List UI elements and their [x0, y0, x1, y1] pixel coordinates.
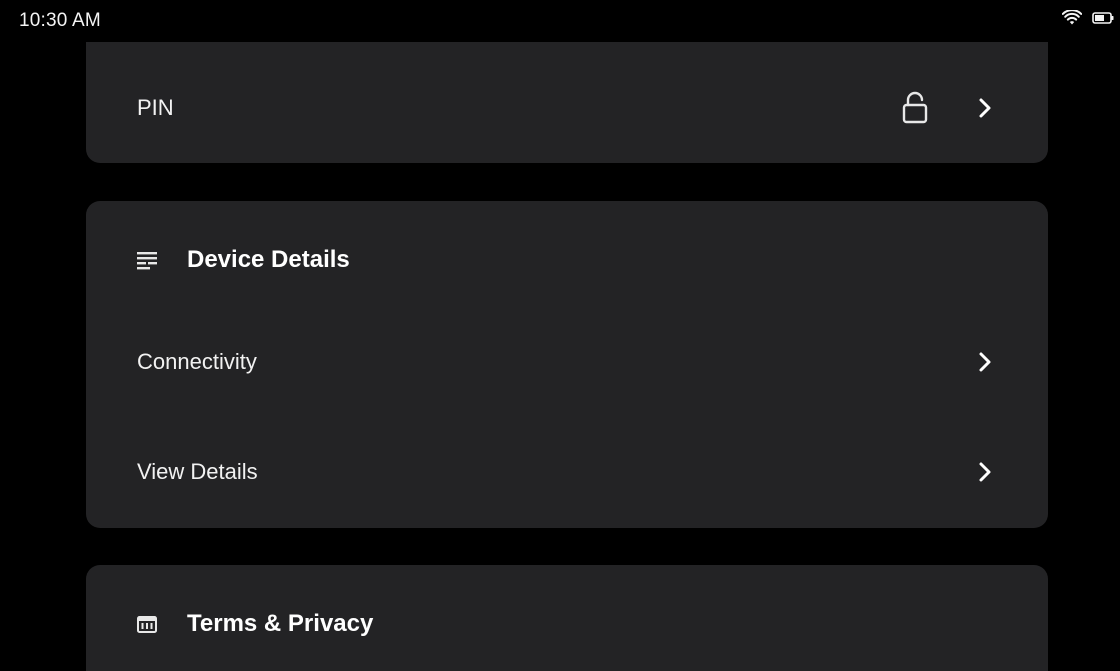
device-details-card: Device Details Connectivity View Details: [86, 201, 1048, 528]
status-bar: 10:30 AM: [0, 0, 1120, 42]
chevron-right-icon: [977, 351, 993, 373]
pin-row[interactable]: PIN: [86, 78, 1048, 138]
bank-building-icon: [136, 613, 158, 635]
details-list-icon: [136, 249, 158, 271]
terms-privacy-header: Terms & Privacy: [86, 599, 1048, 649]
terms-privacy-title: Terms & Privacy: [187, 610, 374, 637]
pin-card: PIN: [86, 42, 1048, 163]
connectivity-label: Connectivity: [137, 349, 257, 374]
view-details-row[interactable]: View Details: [86, 442, 1048, 502]
status-icons: [1062, 10, 1114, 26]
chevron-right-icon: [977, 97, 993, 119]
pin-label: PIN: [137, 95, 174, 120]
settings-screen: 10:30 AM PIN Device Details Connectivity…: [0, 0, 1120, 671]
battery-icon: [1092, 12, 1114, 24]
device-details-title: Device Details: [187, 246, 350, 273]
connectivity-row[interactable]: Connectivity: [86, 332, 1048, 392]
wifi-icon: [1062, 10, 1082, 26]
chevron-right-icon: [977, 461, 993, 483]
unlocked-lock-icon: [902, 91, 928, 125]
status-time: 10:30 AM: [19, 10, 101, 31]
terms-privacy-card[interactable]: Terms & Privacy: [86, 565, 1048, 671]
device-details-header: Device Details: [86, 235, 1048, 285]
view-details-label: View Details: [137, 459, 258, 484]
